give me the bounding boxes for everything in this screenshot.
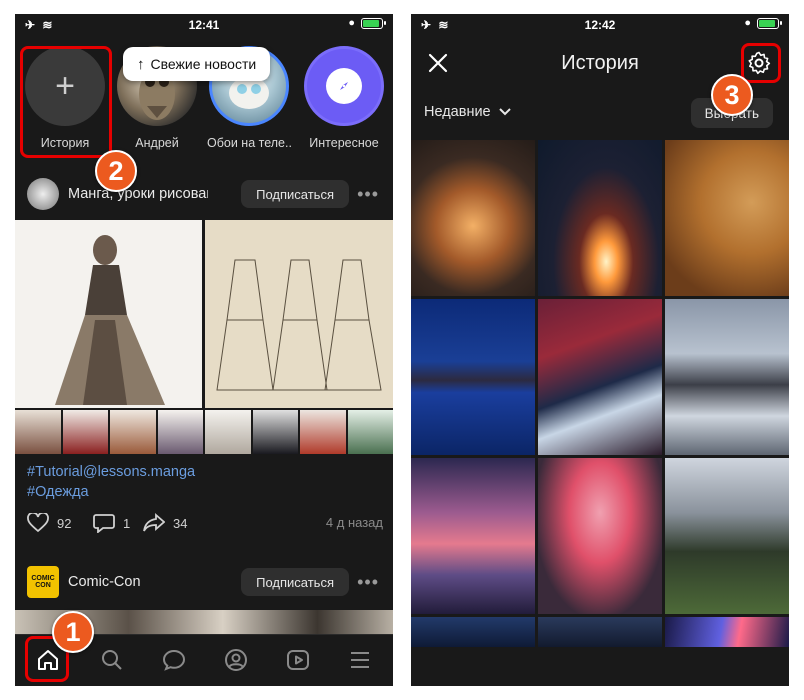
- photo-tile[interactable]: [538, 140, 662, 296]
- fresh-news-button[interactable]: ↑ Свежие новости: [123, 47, 271, 81]
- photo-tile[interactable]: [411, 299, 535, 455]
- profile-icon[interactable]: [221, 645, 251, 675]
- photo-tile[interactable]: [538, 299, 662, 455]
- photo-tile[interactable]: [665, 299, 789, 455]
- hashtag-link[interactable]: #Tutorial@lessons.manga: [27, 462, 195, 482]
- thumbnail-strip: [15, 410, 393, 454]
- step-badge-3: 3: [711, 74, 753, 116]
- community-title[interactable]: Comic-Con: [68, 574, 208, 590]
- share-icon: [143, 513, 165, 532]
- post-image-dress[interactable]: [15, 220, 202, 408]
- story-avatar[interactable]: [304, 46, 384, 126]
- photo-tile[interactable]: [411, 140, 535, 296]
- post-tags: #Tutorial@lessons.manga #Одежда: [27, 462, 195, 502]
- more-options-icon[interactable]: •••: [357, 184, 379, 205]
- step-badge-1: 1: [52, 611, 94, 653]
- arrow-up-icon: ↑: [137, 55, 145, 73]
- story-label: Интересное: [309, 136, 379, 150]
- photo-tile[interactable]: [411, 458, 535, 614]
- highlight-add-story: [20, 46, 112, 158]
- post-header: COMIC CON Comic-Con Подписаться •••: [15, 562, 393, 602]
- post-header: Манга, уроки рисования Подписаться •••: [15, 174, 393, 214]
- comment-icon: [93, 514, 115, 533]
- photo-tile[interactable]: [411, 617, 535, 647]
- person-icon: ●: [744, 17, 751, 29]
- thumbnail[interactable]: [300, 410, 346, 454]
- status-time: 12:41: [188, 18, 220, 32]
- messages-icon[interactable]: [159, 645, 189, 675]
- post-actions: 92 1 34 4 д назад: [27, 513, 383, 533]
- comment-count: 1: [123, 515, 131, 531]
- story-label: Обои на теле...: [207, 136, 291, 150]
- heart-icon: [27, 513, 49, 533]
- page-title: История: [561, 52, 639, 74]
- battery-icon: [361, 17, 386, 29]
- search-icon[interactable]: [97, 645, 127, 675]
- compass-icon: [326, 68, 362, 104]
- community-avatar[interactable]: [27, 178, 59, 210]
- more-options-icon[interactable]: •••: [357, 572, 379, 593]
- filter-label: Недавние: [424, 104, 491, 120]
- subscribe-button[interactable]: Подписаться: [241, 568, 349, 596]
- person-icon: ●: [348, 17, 355, 29]
- photo-tile[interactable]: [665, 140, 789, 296]
- thumbnail[interactable]: [62, 410, 108, 454]
- photo-tile[interactable]: [665, 617, 789, 647]
- thumbnail[interactable]: [157, 410, 203, 454]
- thumbnail[interactable]: [15, 410, 61, 454]
- comment-button[interactable]: 1: [93, 513, 130, 533]
- share-count: 34: [173, 515, 188, 531]
- chevron-down-icon: [498, 108, 511, 116]
- fresh-news-label: Свежие новости: [150, 56, 257, 72]
- thumbnail[interactable]: [110, 410, 156, 454]
- thumbnail[interactable]: [205, 410, 251, 454]
- menu-icon[interactable]: [345, 645, 375, 675]
- step-badge-2: 2: [95, 150, 137, 192]
- share-button[interactable]: 34: [143, 513, 187, 533]
- post-time: 4 д назад: [325, 515, 383, 530]
- like-count: 92: [57, 515, 72, 531]
- photo-tile[interactable]: [538, 617, 662, 647]
- hashtag-link[interactable]: #Одежда: [27, 482, 195, 502]
- thumbnail[interactable]: [252, 410, 298, 454]
- thumbnail[interactable]: [347, 410, 393, 454]
- photo-tile[interactable]: [665, 458, 789, 614]
- subscribe-button[interactable]: Подписаться: [241, 180, 349, 208]
- photo-tile[interactable]: [538, 458, 662, 614]
- battery-icon: [757, 17, 782, 29]
- post-image-sketches[interactable]: [205, 220, 393, 408]
- status-time: 12:42: [584, 18, 616, 32]
- video-icon[interactable]: [283, 645, 313, 675]
- status-bar: ✈ ≋ 12:42 ●: [411, 14, 789, 36]
- community-title[interactable]: Манга, уроки рисования: [68, 186, 208, 202]
- status-bar: ✈ ≋ 12:41 ●: [15, 14, 393, 36]
- recent-filter-dropdown[interactable]: Недавние: [424, 104, 511, 120]
- story-label: Андрей: [135, 136, 179, 150]
- story-interesting[interactable]: Интересное: [299, 44, 389, 150]
- post-images[interactable]: [15, 220, 393, 408]
- comic-con-logo[interactable]: COMIC CON: [27, 566, 59, 598]
- like-button[interactable]: 92: [27, 513, 71, 533]
- highlight-settings: [741, 43, 781, 83]
